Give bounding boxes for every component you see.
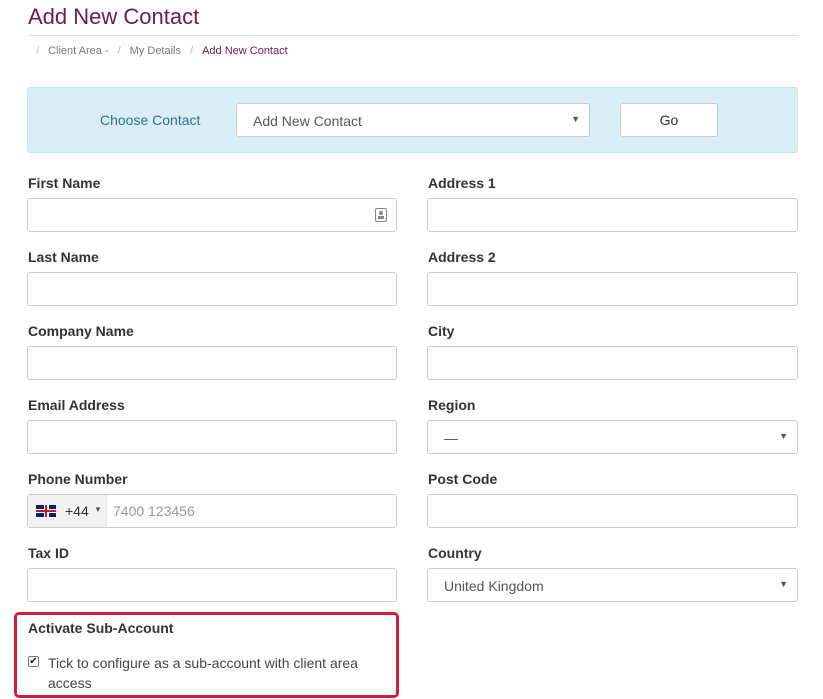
sub-account-checkbox[interactable]: ✔: [28, 656, 39, 667]
breadcrumb-current: Add New Contact: [202, 45, 288, 57]
city-input[interactable]: [427, 346, 798, 380]
breadcrumb-separator: /: [117, 45, 121, 57]
select-caret-icon: ▼: [779, 579, 788, 589]
address-1-label: Address 1: [428, 175, 496, 191]
last-name-input[interactable]: [27, 272, 397, 306]
select-caret-icon: ▼: [571, 114, 580, 124]
region-select[interactable]: — ▼: [427, 420, 798, 454]
breadcrumb-my-details[interactable]: My Details: [130, 45, 181, 57]
tax-id-label: Tax ID: [28, 545, 69, 561]
first-name-input[interactable]: [27, 198, 397, 232]
address-2-label: Address 2: [428, 249, 496, 265]
uk-flag-icon: [36, 505, 56, 517]
breadcrumb-separator: /: [190, 45, 194, 57]
phone-number-input[interactable]: +44 ▼ 7400 123456: [27, 494, 397, 528]
breadcrumb-client-area[interactable]: Client Area -: [48, 45, 109, 57]
region-selected-value: —: [444, 430, 458, 446]
phone-number-label: Phone Number: [28, 471, 128, 487]
select-caret-icon: ▼: [779, 431, 788, 441]
go-button[interactable]: Go: [620, 103, 718, 137]
contact-card-icon[interactable]: [375, 208, 387, 222]
dial-code: +44: [65, 503, 89, 519]
choose-contact-label: Choose Contact: [100, 112, 201, 128]
email-address-label: Email Address: [28, 397, 125, 413]
tax-id-input[interactable]: [27, 568, 397, 602]
country-selected-value: United Kingdom: [444, 578, 544, 594]
country-code-dropdown[interactable]: +44 ▼: [28, 495, 107, 527]
city-label: City: [428, 323, 455, 339]
last-name-label: Last Name: [28, 249, 99, 265]
breadcrumb-separator: /: [36, 45, 40, 57]
sub-account-checkbox-label[interactable]: Tick to configure as a sub-account with …: [48, 653, 388, 693]
email-address-input[interactable]: [27, 420, 397, 454]
post-code-label: Post Code: [428, 471, 498, 487]
sub-account-title: Activate Sub-Account: [28, 620, 174, 636]
region-label: Region: [428, 397, 476, 413]
sub-account-section: Activate Sub-Account ✔ Tick to configure…: [14, 612, 399, 698]
choose-contact-panel: Choose Contact Add New Contact ▼ Go: [27, 87, 798, 153]
country-label: Country: [428, 545, 482, 561]
choose-contact-selected-value: Add New Contact: [253, 113, 362, 129]
breadcrumb: / Client Area - / My Details / Add New C…: [36, 45, 297, 57]
country-select[interactable]: United Kingdom ▼: [427, 568, 798, 602]
page-title: Add New Contact: [28, 4, 200, 29]
company-name-label: Company Name: [28, 323, 134, 339]
title-divider: [27, 35, 798, 36]
address-1-input[interactable]: [427, 198, 798, 232]
company-name-input[interactable]: [27, 346, 397, 380]
address-2-input[interactable]: [427, 272, 798, 306]
choose-contact-select[interactable]: Add New Contact ▼: [236, 103, 590, 137]
phone-number-placeholder: 7400 123456: [113, 503, 195, 519]
first-name-label: First Name: [28, 175, 101, 191]
dial-code-caret-icon: ▼: [94, 505, 102, 514]
post-code-input[interactable]: [427, 494, 798, 528]
